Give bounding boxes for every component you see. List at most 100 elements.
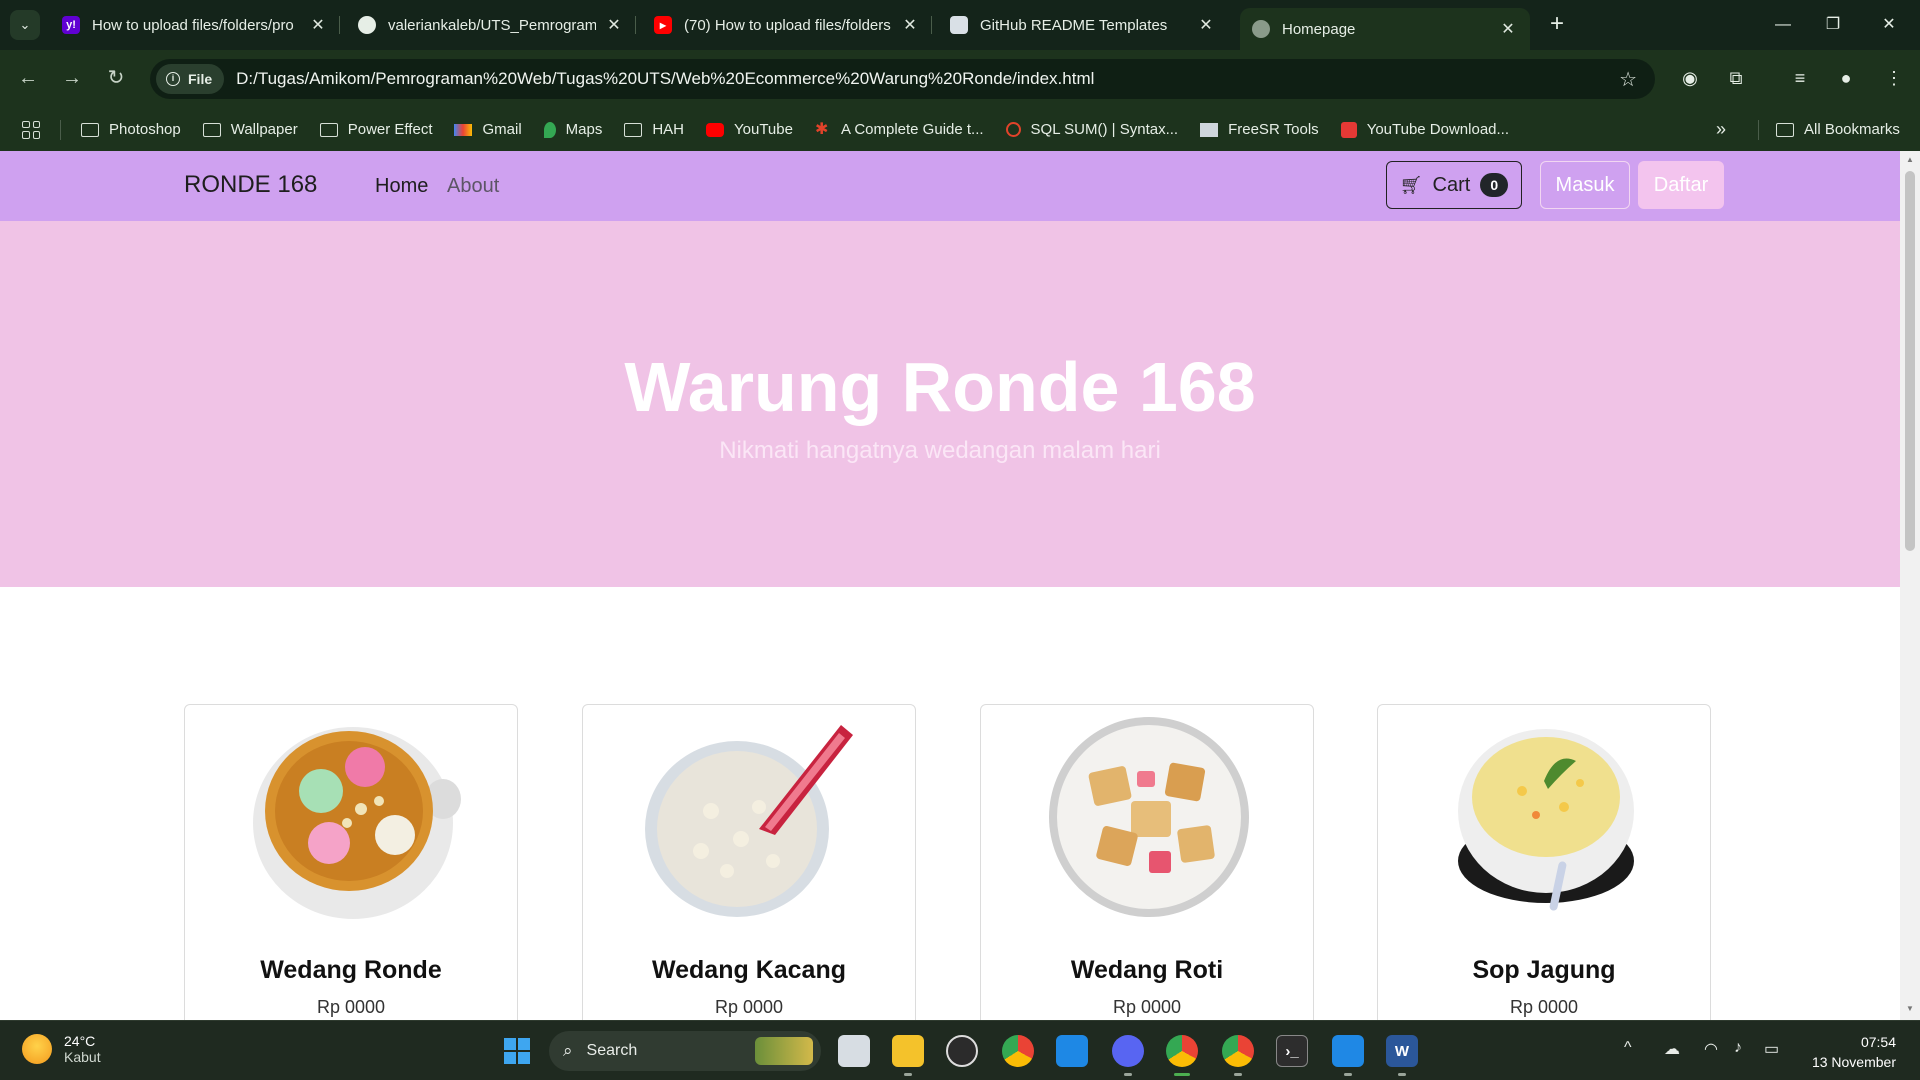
folder-icon: [319, 122, 338, 137]
volume-icon[interactable]: ♪: [1734, 1039, 1742, 1057]
tab-github[interactable]: valeriankaleb/UTS_Pemrograma ✕: [346, 8, 636, 42]
more-menu-icon[interactable]: ⋮: [1878, 62, 1910, 94]
running-indicator: [1398, 1073, 1406, 1076]
onedrive-icon[interactable]: ☁: [1664, 1039, 1680, 1059]
brand-logo[interactable]: RONDE 168: [184, 171, 317, 199]
product-card[interactable]: Wedang Roti Rp 0000: [980, 704, 1314, 1020]
bookmark-maps[interactable]: Maps: [543, 121, 602, 138]
login-button[interactable]: Masuk: [1540, 161, 1630, 209]
tab-homepage[interactable]: Homepage ✕: [1240, 8, 1530, 50]
cart-button[interactable]: 🛒︎ Cart 0: [1386, 161, 1522, 209]
download-icon: [1340, 121, 1357, 138]
bookmark-hah[interactable]: HAH: [624, 121, 684, 138]
nav-home-link[interactable]: Home: [375, 175, 428, 198]
restore-icon[interactable]: ❐: [1810, 10, 1856, 40]
chrome-profile-icon[interactable]: [1166, 1035, 1198, 1067]
product-name: Sop Jagung: [1472, 956, 1616, 984]
tab-readme-templates[interactable]: GitHub README Templates ✕: [938, 8, 1228, 42]
freesr-icon: [1200, 122, 1219, 137]
word-icon[interactable]: W: [1386, 1035, 1418, 1067]
wedang-roti-image: [1049, 717, 1249, 917]
system-clock[interactable]: 07:54 13 November: [1812, 1032, 1896, 1072]
search-icon: ⌕: [563, 1041, 573, 1060]
weather-widget[interactable]: 24°C Kabut: [22, 1033, 101, 1065]
start-windows-icon[interactable]: [504, 1038, 530, 1064]
gmail-icon: [454, 123, 473, 136]
weather-temperature: 24°C: [64, 1033, 96, 1049]
bookmarks-bar: Photoshop Wallpaper Power Effect Gmail M…: [0, 108, 1920, 151]
readme-icon: [950, 16, 968, 34]
site-info-chip[interactable]: i File: [156, 64, 225, 94]
folder-icon: [202, 122, 221, 137]
scroll-down-arrow-icon[interactable]: ▼: [1905, 1004, 1915, 1013]
tab-title: GitHub README Templates: [980, 16, 1168, 34]
close-tab-icon[interactable]: ✕: [308, 15, 328, 35]
close-tab-icon[interactable]: ✕: [1196, 15, 1216, 35]
obs-studio-icon[interactable]: [946, 1035, 978, 1067]
vscode-icon[interactable]: [1332, 1035, 1364, 1067]
bookmark-photoshop[interactable]: Photoshop: [81, 121, 181, 138]
battery-icon[interactable]: ▭: [1764, 1039, 1779, 1059]
bookmark-power-effect[interactable]: Power Effect: [319, 121, 432, 138]
bookmark-complete-guide[interactable]: ✱ A Complete Guide t...: [815, 121, 984, 138]
close-tab-icon[interactable]: ✕: [900, 15, 920, 35]
all-bookmarks[interactable]: All Bookmarks: [1776, 121, 1900, 138]
running-indicator: [1344, 1073, 1352, 1076]
extensions-puzzle-icon[interactable]: ⧉: [1720, 62, 1752, 94]
tab-search-menu-button[interactable]: ⌄: [10, 10, 40, 40]
taskbar-search[interactable]: ⌕ Search: [549, 1031, 821, 1071]
bookmark-freesr-tools[interactable]: FreeSR Tools: [1200, 121, 1319, 138]
bookmarks-divider: [60, 119, 61, 140]
product-card[interactable]: Wedang Kacang Rp 0000: [582, 704, 916, 1020]
show-hidden-icons-chevron-icon[interactable]: ^: [1624, 1039, 1632, 1057]
scrollbar-thumb[interactable]: [1905, 171, 1915, 551]
task-view-icon[interactable]: [838, 1035, 870, 1067]
product-price: Rp 0000: [316, 997, 386, 1017]
hero-subtitle: Nikmati hangatnya wedangan malam hari: [719, 437, 1161, 464]
register-button[interactable]: Daftar: [1638, 161, 1724, 209]
new-tab-button[interactable]: +: [1544, 12, 1570, 38]
nav-about-link[interactable]: About: [447, 175, 499, 198]
bookmark-youtube-download[interactable]: YouTube Download...: [1340, 121, 1509, 138]
browser-toolbar: ← → ↻ i File D:/Tugas/Amikom/Pemrograman…: [0, 50, 1920, 108]
tab-title: Homepage: [1282, 20, 1356, 38]
apps-grid-icon[interactable]: [22, 120, 40, 139]
bookmark-star-icon[interactable]: ☆: [1619, 67, 1637, 92]
url-text[interactable]: D:/Tugas/Amikom/Pemrograman%20Web/Tugas%…: [236, 69, 1094, 89]
close-window-icon[interactable]: ✕: [1866, 10, 1912, 40]
tab-yahoo[interactable]: y! How to upload files/folders/pro ✕: [50, 8, 340, 42]
bookmark-gmail[interactable]: Gmail: [454, 121, 522, 138]
github-icon: [358, 16, 376, 34]
address-bar[interactable]: i File D:/Tugas/Amikom/Pemrograman%20Web…: [150, 59, 1655, 99]
clock-time: 07:54: [1860, 1034, 1896, 1050]
file-explorer-icon[interactable]: [892, 1035, 924, 1067]
bookmark-youtube[interactable]: YouTube: [706, 121, 793, 138]
extension-cat-icon[interactable]: ◉: [1674, 62, 1706, 94]
bookmark-sql-sum[interactable]: SQL SUM() | Syntax...: [1005, 121, 1178, 138]
chrome-icon[interactable]: [1002, 1035, 1034, 1067]
chrome-profile-icon[interactable]: [1222, 1035, 1254, 1067]
back-icon[interactable]: ←: [12, 62, 44, 94]
media-control-icon[interactable]: ≡: [1784, 62, 1816, 94]
terminal-icon[interactable]: ›_: [1276, 1035, 1308, 1067]
product-card[interactable]: Wedang Ronde Rp 0000: [184, 704, 518, 1020]
reload-icon[interactable]: ↻: [100, 62, 132, 94]
weather-condition: Kabut: [64, 1049, 101, 1065]
scroll-up-arrow-icon[interactable]: ▲: [1905, 155, 1915, 164]
profile-avatar[interactable]: ●: [1830, 62, 1862, 94]
remote-app-icon[interactable]: [1056, 1035, 1088, 1067]
wifi-icon[interactable]: ◠: [1704, 1039, 1718, 1059]
page-scrollbar[interactable]: ▲ ▼: [1900, 151, 1920, 1020]
discord-icon[interactable]: [1112, 1035, 1144, 1067]
sop-jagung-image: [1458, 729, 1634, 911]
product-card[interactable]: Sop Jagung Rp 0000: [1377, 704, 1711, 1020]
tab-title: (70) How to upload files/folders: [684, 16, 891, 34]
close-tab-icon[interactable]: ✕: [1498, 19, 1518, 39]
tab-youtube[interactable]: ▶ (70) How to upload files/folders ✕: [642, 8, 932, 42]
close-tab-icon[interactable]: ✕: [604, 15, 624, 35]
forward-icon[interactable]: →: [56, 62, 88, 94]
search-highlight-image: [755, 1037, 813, 1065]
minimize-icon[interactable]: —: [1760, 10, 1806, 40]
more-bookmarks-chevron-icon[interactable]: »: [1716, 119, 1726, 140]
bookmark-wallpaper[interactable]: Wallpaper: [202, 121, 298, 138]
